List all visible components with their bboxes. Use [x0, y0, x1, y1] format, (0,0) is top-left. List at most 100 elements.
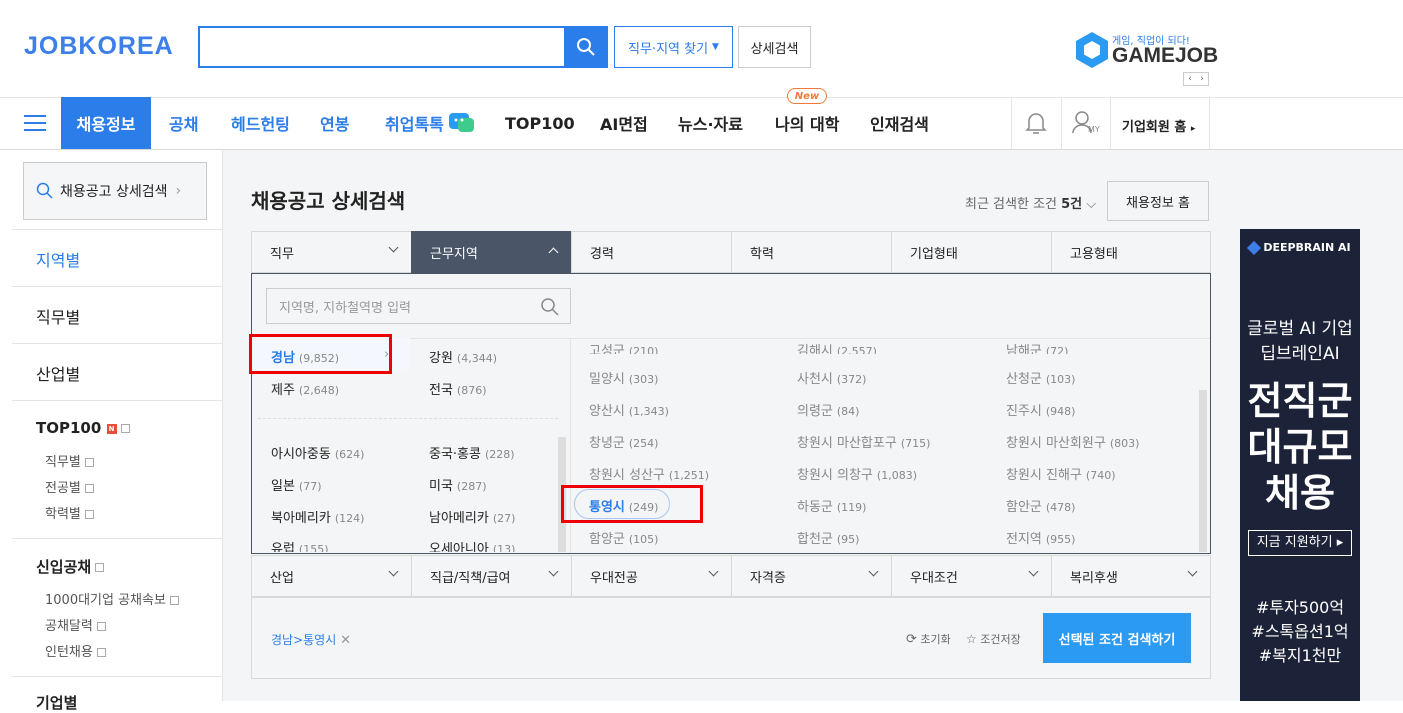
- region-name: 강원: [429, 351, 453, 366]
- tab-company-type[interactable]: 기업형태: [891, 231, 1051, 273]
- nav-headhunting[interactable]: 헤드헌팅: [231, 97, 290, 149]
- nav-salary[interactable]: 연봉: [320, 97, 349, 149]
- side-by-region[interactable]: 지역별: [36, 247, 80, 271]
- tab-major[interactable]: 우대전공: [571, 555, 731, 597]
- top100-sub-edu[interactable]: 학력별: [45, 503, 94, 522]
- scrollbar[interactable]: [1199, 390, 1207, 552]
- search-icon[interactable]: [540, 297, 560, 317]
- subregion-item[interactable]: 전지역 (955): [1006, 528, 1075, 547]
- side-newcomer[interactable]: 신입공채: [36, 556, 105, 577]
- jobkorea-logo[interactable]: JOBKOREA: [24, 32, 174, 61]
- subregion-item[interactable]: 합천군 (95): [797, 528, 859, 547]
- subregion-item[interactable]: 창원시 성산구 (1,251): [589, 464, 709, 483]
- subregion-item[interactable]: 밀양시 (303): [589, 368, 658, 387]
- subregion-item[interactable]: 창원시 의창구 (1,083): [797, 464, 917, 483]
- subregion-item[interactable]: 사천시 (372): [797, 368, 866, 387]
- region-oceania[interactable]: 오세아니아 (13): [429, 538, 515, 552]
- side-top100[interactable]: TOP100 N: [36, 419, 130, 437]
- prev-icon[interactable]: ‹: [1188, 74, 1192, 84]
- ad-big1: 전직군: [1247, 379, 1353, 423]
- tab-industry[interactable]: 산업: [251, 555, 411, 597]
- top100-sub-major[interactable]: 전공별: [45, 477, 94, 496]
- job-region-find-button[interactable]: 직무·지역 찾기 ▼: [614, 26, 733, 68]
- region-japan[interactable]: 일본 (77): [271, 475, 322, 494]
- newcomer-sub-1000[interactable]: 1000대기업 공채속보: [45, 589, 179, 608]
- subregion-count: (1,251): [668, 469, 709, 482]
- region-name: 유럽: [271, 542, 295, 552]
- menu-icon[interactable]: [24, 115, 46, 131]
- region-gangwon[interactable]: 강원 (4,344): [429, 347, 497, 366]
- detail-search-button[interactable]: 상세검색: [738, 26, 811, 68]
- region-china[interactable]: 중국·홍콩 (228): [429, 443, 515, 462]
- subregion-item[interactable]: 창녕군 (254): [589, 432, 658, 451]
- nav-news[interactable]: 뉴스·자료: [678, 97, 743, 149]
- next-icon[interactable]: ›: [1200, 74, 1204, 84]
- bell-icon[interactable]: [1024, 110, 1048, 136]
- recent-search-toggle[interactable]: 최근 검색한 조건 5건 ⌵: [965, 193, 1096, 212]
- side-by-company[interactable]: 기업별: [36, 692, 77, 713]
- subregion-item[interactable]: 창원시 마산회원구 (803): [1006, 432, 1139, 451]
- region-search-input[interactable]: 지역명, 지하철역명 입력: [266, 288, 571, 324]
- region-north-america[interactable]: 북아메리카 (124): [271, 507, 364, 526]
- gamejob-name[interactable]: GAMEJOB: [1112, 44, 1218, 68]
- nav-talent-search[interactable]: 인재검색: [870, 97, 929, 149]
- search-input[interactable]: [200, 28, 564, 66]
- nav-ai-interview[interactable]: AI면접: [600, 97, 648, 149]
- nav-my-college[interactable]: 나의 대학: [775, 97, 839, 149]
- tab-position[interactable]: 직급/직책/급여: [411, 555, 571, 597]
- recruit-home-button[interactable]: 채용정보 홈: [1107, 181, 1209, 221]
- tab-job[interactable]: 직무: [251, 231, 411, 273]
- subregion-item[interactable]: 고성군 (210): [589, 340, 658, 354]
- corp-member-home[interactable]: 기업회원 홈 ▸: [1122, 116, 1195, 135]
- side-by-industry[interactable]: 산업별: [36, 361, 80, 385]
- tab-license[interactable]: 자격증: [731, 555, 891, 597]
- close-icon[interactable]: ✕: [340, 633, 351, 648]
- reset-button[interactable]: ⟳ 초기화: [906, 631, 951, 647]
- region-nationwide[interactable]: 전국 (876): [429, 379, 487, 398]
- nav-recruit[interactable]: 채용정보: [61, 97, 151, 149]
- tab-preference[interactable]: 우대조건: [891, 555, 1051, 597]
- subregion-item[interactable]: 함안군 (478): [1006, 496, 1075, 515]
- side-ad-banner[interactable]: DEEPBRAIN AI 글로벌 AI 기업 딥브레인AI 전직군 대규모 채용…: [1240, 229, 1360, 701]
- save-label: 조건저장: [980, 633, 1021, 646]
- subregion-item[interactable]: 김해시 (2,557): [797, 340, 877, 354]
- subregion-item[interactable]: 의령군 (84): [797, 400, 859, 419]
- search-button[interactable]: [564, 26, 608, 68]
- ad-brand: DEEPBRAIN AI: [1263, 241, 1351, 254]
- subregion-item[interactable]: 산청군 (103): [1006, 368, 1075, 387]
- nav-top100[interactable]: TOP100: [505, 97, 575, 149]
- subregion-count: (105): [628, 533, 659, 546]
- subregion-name: 양산시: [589, 404, 625, 419]
- region-asia[interactable]: 아시아중동 (624): [271, 443, 364, 462]
- subregion-name: 하동군: [797, 500, 833, 515]
- newcomer-sub-intern[interactable]: 인턴채용: [45, 641, 106, 660]
- region-europe[interactable]: 유럽 (155): [271, 538, 329, 552]
- region-usa[interactable]: 미국 (287): [429, 475, 487, 494]
- tab-welfare[interactable]: 복리후생: [1051, 555, 1211, 597]
- tab-employment-type[interactable]: 고용형태: [1051, 231, 1211, 273]
- recent-count: 5건: [1061, 197, 1083, 212]
- ad-cta[interactable]: 지금 지원하기 ▸: [1248, 530, 1352, 556]
- subregion-item[interactable]: 창원시 마산합포구 (715): [797, 432, 930, 451]
- subregion-item[interactable]: 남해군 (72): [1006, 340, 1068, 354]
- save-condition-button[interactable]: ☆ 조건저장: [966, 631, 1021, 647]
- tab-career[interactable]: 경력: [571, 231, 731, 273]
- tab-region[interactable]: 근무지역: [411, 231, 571, 273]
- subregion-item[interactable]: 창원시 진해구 (740): [1006, 464, 1116, 483]
- banner-arrows[interactable]: ‹ ›: [1183, 72, 1209, 86]
- top100-sub-job[interactable]: 직무별: [45, 451, 94, 470]
- region-jeju[interactable]: 제주 (2,648): [271, 379, 339, 398]
- subregion-item[interactable]: 함양군 (105): [589, 528, 658, 547]
- side-detail-search[interactable]: 채용공고 상세검색 ›: [23, 162, 207, 220]
- search-selected-button[interactable]: 선택된 조건 검색하기: [1043, 613, 1191, 663]
- subregion-item[interactable]: 하동군 (119): [797, 496, 866, 515]
- subregion-item[interactable]: 진주시 (948): [1006, 400, 1075, 419]
- selected-chip[interactable]: 경남>통영시 ✕: [271, 631, 351, 648]
- subregion-item[interactable]: 양산시 (1,343): [589, 400, 669, 419]
- tab-education[interactable]: 학력: [731, 231, 891, 273]
- nav-public-recruit[interactable]: 공채: [169, 97, 198, 149]
- side-by-job[interactable]: 직무별: [36, 304, 80, 328]
- nav-talk[interactable]: 취업톡톡: [385, 97, 476, 149]
- region-south-america[interactable]: 남아메리카 (27): [429, 507, 515, 526]
- newcomer-sub-calendar[interactable]: 공채달력: [45, 615, 106, 634]
